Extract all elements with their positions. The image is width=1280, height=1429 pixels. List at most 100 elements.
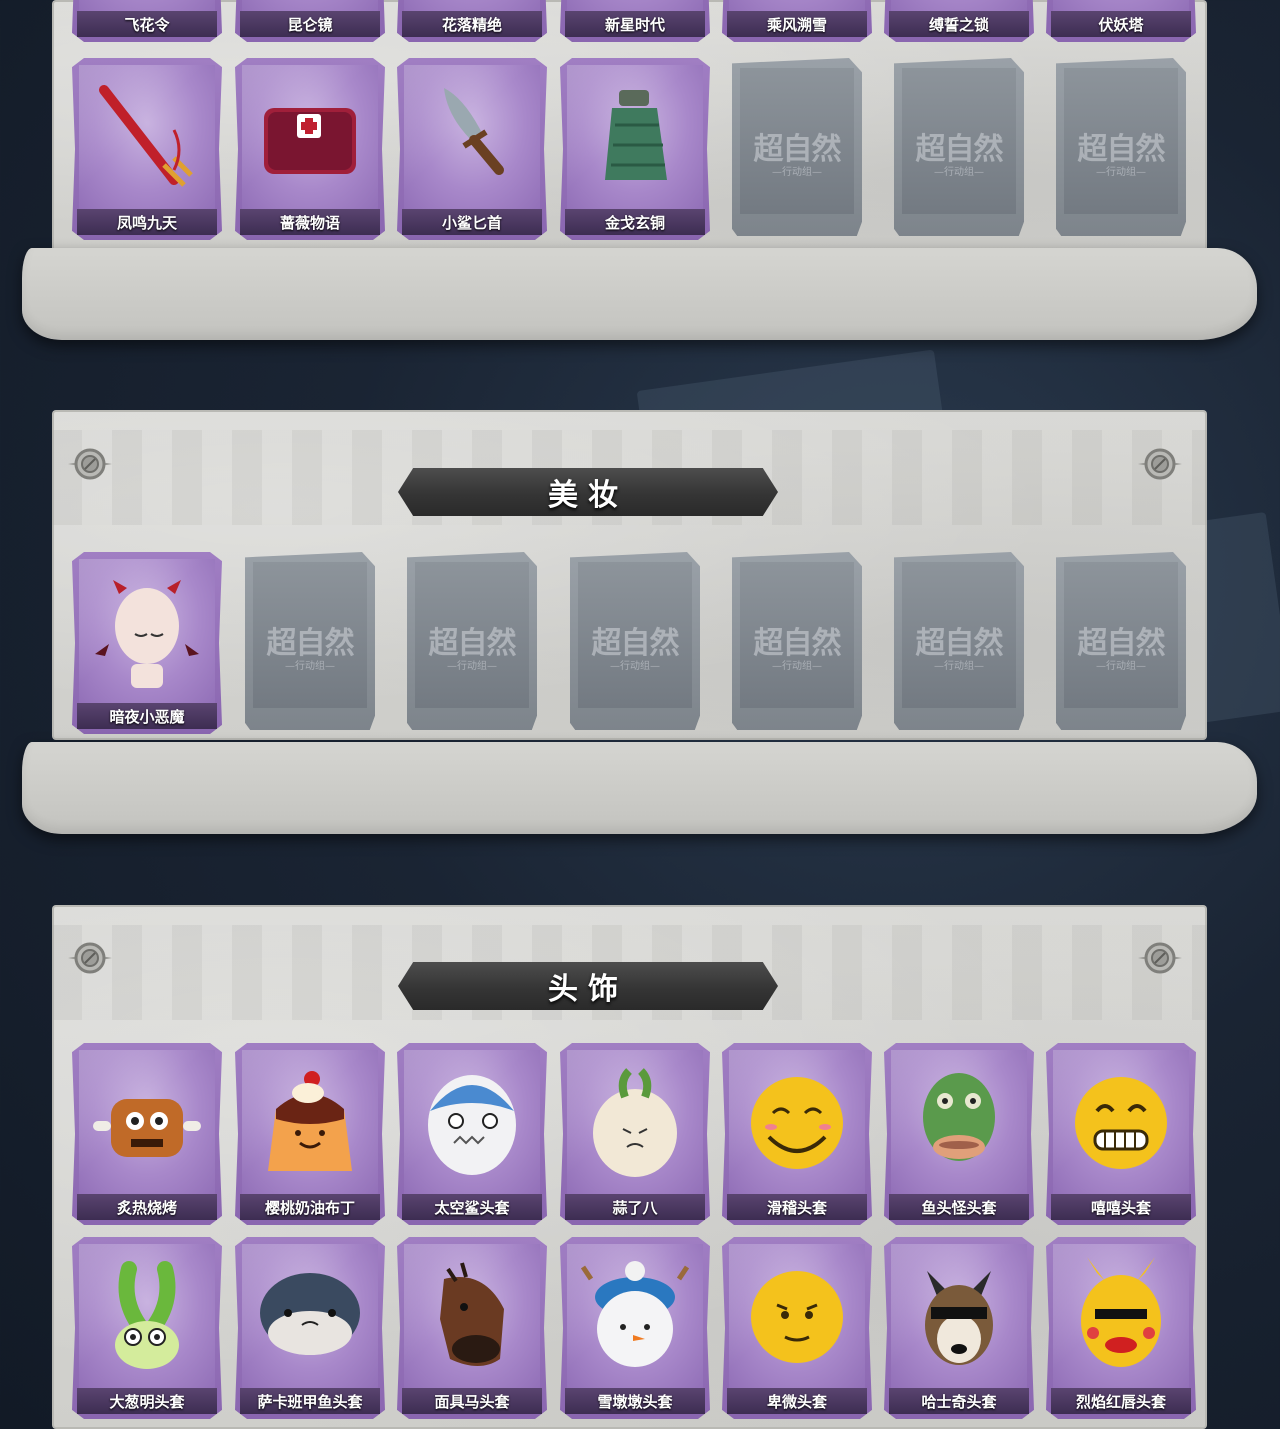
medkit-icon [242,65,378,210]
headwear-card[interactable]: 面具马头套 [397,1237,547,1419]
empty-slot-watermark-sub: —行动组— [447,661,497,672]
bbq-meat-head-icon [79,1050,215,1195]
weapon-card-label: 伏妖塔 [1098,15,1144,34]
headwear-card-label: 樱桃奶油布丁 [264,1198,355,1217]
empty-slot-watermark: 超自然 [266,626,355,661]
weapon-card[interactable]: 伏妖塔 [1046,0,1196,42]
humble-emoji-head-icon [729,1244,865,1389]
empty-slot: 超自然 —行动组— [1056,58,1186,236]
headwear-card[interactable]: 鱼头怪头套 [884,1043,1034,1225]
horse-mask-head-icon [404,1244,540,1389]
headwear-title: 头饰 [548,972,628,1007]
bolt-icon [1138,448,1182,480]
weapon-card-label: 昆仑镜 [287,15,333,34]
scallion-head-icon [79,1244,215,1389]
garlic-head-icon [567,1050,703,1195]
empty-slot-watermark-sub: —行动组— [772,661,822,672]
husky-sunglasses-head-icon [891,1244,1027,1389]
headwear-card[interactable]: 樱桃奶油布丁 [235,1043,385,1225]
empty-slot-watermark: 超自然 [915,626,1004,661]
space-shark-head-icon [404,1050,540,1195]
headwear-card-label: 大葱明头套 [109,1392,185,1411]
headwear-card[interactable]: 蒜了八 [560,1043,710,1225]
empty-slot-watermark: 超自然 [591,626,680,661]
scroll-divider [22,742,1257,834]
empty-slot: 超自然 —行动组— [407,552,537,730]
headwear-card-label: 炙热烧烤 [116,1198,177,1217]
yellow-mouse-head-icon [1053,1244,1189,1389]
headwear-card[interactable]: 卑微头套 [722,1237,872,1419]
headwear-card-label: 哈士奇头套 [921,1392,997,1411]
weapon-card-label: 花落精绝 [441,15,502,34]
headwear-card-label: 鱼头怪头套 [921,1198,997,1217]
empty-slot: 超自然 —行动组— [245,552,375,730]
headwear-card[interactable]: 烈焰红唇头套 [1046,1237,1196,1419]
headwear-title-banner: 头饰 [378,954,798,1018]
headwear-card-label: 雪墩墩头套 [597,1392,673,1411]
weapon-card-label: 蔷薇物语 [279,213,340,232]
makeup-card[interactable]: 暗夜小恶魔 [72,552,222,734]
headwear-card[interactable]: 滑稽头套 [722,1043,872,1225]
headwear-card-label: 萨卡班甲鱼头套 [257,1392,363,1411]
shark-dagger-icon [404,65,540,210]
empty-slot: 超自然 —行动组— [570,552,700,730]
weapon-card[interactable]: 缚誓之锁 [884,0,1034,42]
weapon-card-label: 新星时代 [604,15,665,34]
weapon-card[interactable]: 乘风溯雪 [722,0,872,42]
headwear-card[interactable]: 哈士奇头套 [884,1237,1034,1419]
empty-slot-watermark: 超自然 [1077,132,1166,167]
weapon-card[interactable]: 昆仑镜 [235,0,385,42]
weapon-card-label: 缚誓之锁 [928,15,989,34]
weapon-card-label: 小鲨匕首 [441,213,502,232]
scroll-divider [22,248,1257,340]
fish-monster-head-icon [891,1050,1027,1195]
empty-slot: 超自然 —行动组— [1056,552,1186,730]
empty-slot-watermark: 超自然 [1077,626,1166,661]
weapon-card-label: 乘风溯雪 [766,15,827,34]
empty-slot-watermark: 超自然 [753,132,842,167]
headwear-card-label: 面具马头套 [434,1392,510,1411]
makeup-title: 美妆 [548,478,628,513]
weapon-card[interactable]: 蔷薇物语 [235,58,385,240]
empty-slot: 超自然 —行动组— [732,552,862,730]
empty-slot: 超自然 —行动组— [894,58,1024,236]
sacabambaspis-head-icon [242,1244,378,1389]
bolt-icon [68,448,112,480]
headwear-card[interactable]: 大葱明头套 [72,1237,222,1419]
headwear-card[interactable]: 炙热烧烤 [72,1043,222,1225]
weapon-card-label: 凤鸣九天 [116,213,177,232]
empty-slot-watermark: 超自然 [428,626,517,661]
little-devil-face-icon [79,559,215,704]
weapon-card[interactable]: 凤鸣九天 [72,58,222,240]
empty-slot-watermark: 超自然 [915,132,1004,167]
cherry-pudding-head-icon [242,1050,378,1195]
headwear-card-label: 蒜了八 [612,1198,658,1217]
weapon-card[interactable]: 飞花令 [72,0,222,42]
headwear-card-label: 烈焰红唇头套 [1075,1392,1166,1411]
empty-slot-watermark-sub: —行动组— [934,661,984,672]
weapon-card[interactable]: 小鲨匕首 [397,58,547,240]
weapon-card[interactable]: 花落精绝 [397,0,547,42]
bronze-grenade-icon [567,65,703,210]
funny-smile-head-icon [729,1050,865,1195]
weapon-card-label: 飞花令 [124,15,170,34]
empty-slot-watermark-sub: —行动组— [285,661,335,672]
headwear-card[interactable]: 嘻嘻头套 [1046,1043,1196,1225]
makeup-title-banner: 美妆 [378,460,798,524]
empty-slot-watermark-sub: —行动组— [934,167,984,178]
snowman-head-icon [567,1244,703,1389]
empty-slot: 超自然 —行动组— [894,552,1024,730]
headwear-card[interactable]: 太空鲨头套 [397,1043,547,1225]
empty-slot: 超自然 —行动组— [732,58,862,236]
weapon-card[interactable]: 金戈玄铜 [560,58,710,240]
grin-emoji-head-icon [1053,1050,1189,1195]
weapon-card[interactable]: 新星时代 [560,0,710,42]
makeup-card-label: 暗夜小恶魔 [109,707,185,726]
empty-slot-watermark-sub: —行动组— [610,661,660,672]
headwear-card-label: 卑微头套 [766,1392,827,1411]
headwear-card-label: 嘻嘻头套 [1090,1198,1151,1217]
headwear-card[interactable]: 雪墩墩头套 [560,1237,710,1419]
empty-slot-watermark-sub: —行动组— [1096,167,1146,178]
headwear-card[interactable]: 萨卡班甲鱼头套 [235,1237,385,1419]
empty-slot-watermark-sub: —行动组— [772,167,822,178]
